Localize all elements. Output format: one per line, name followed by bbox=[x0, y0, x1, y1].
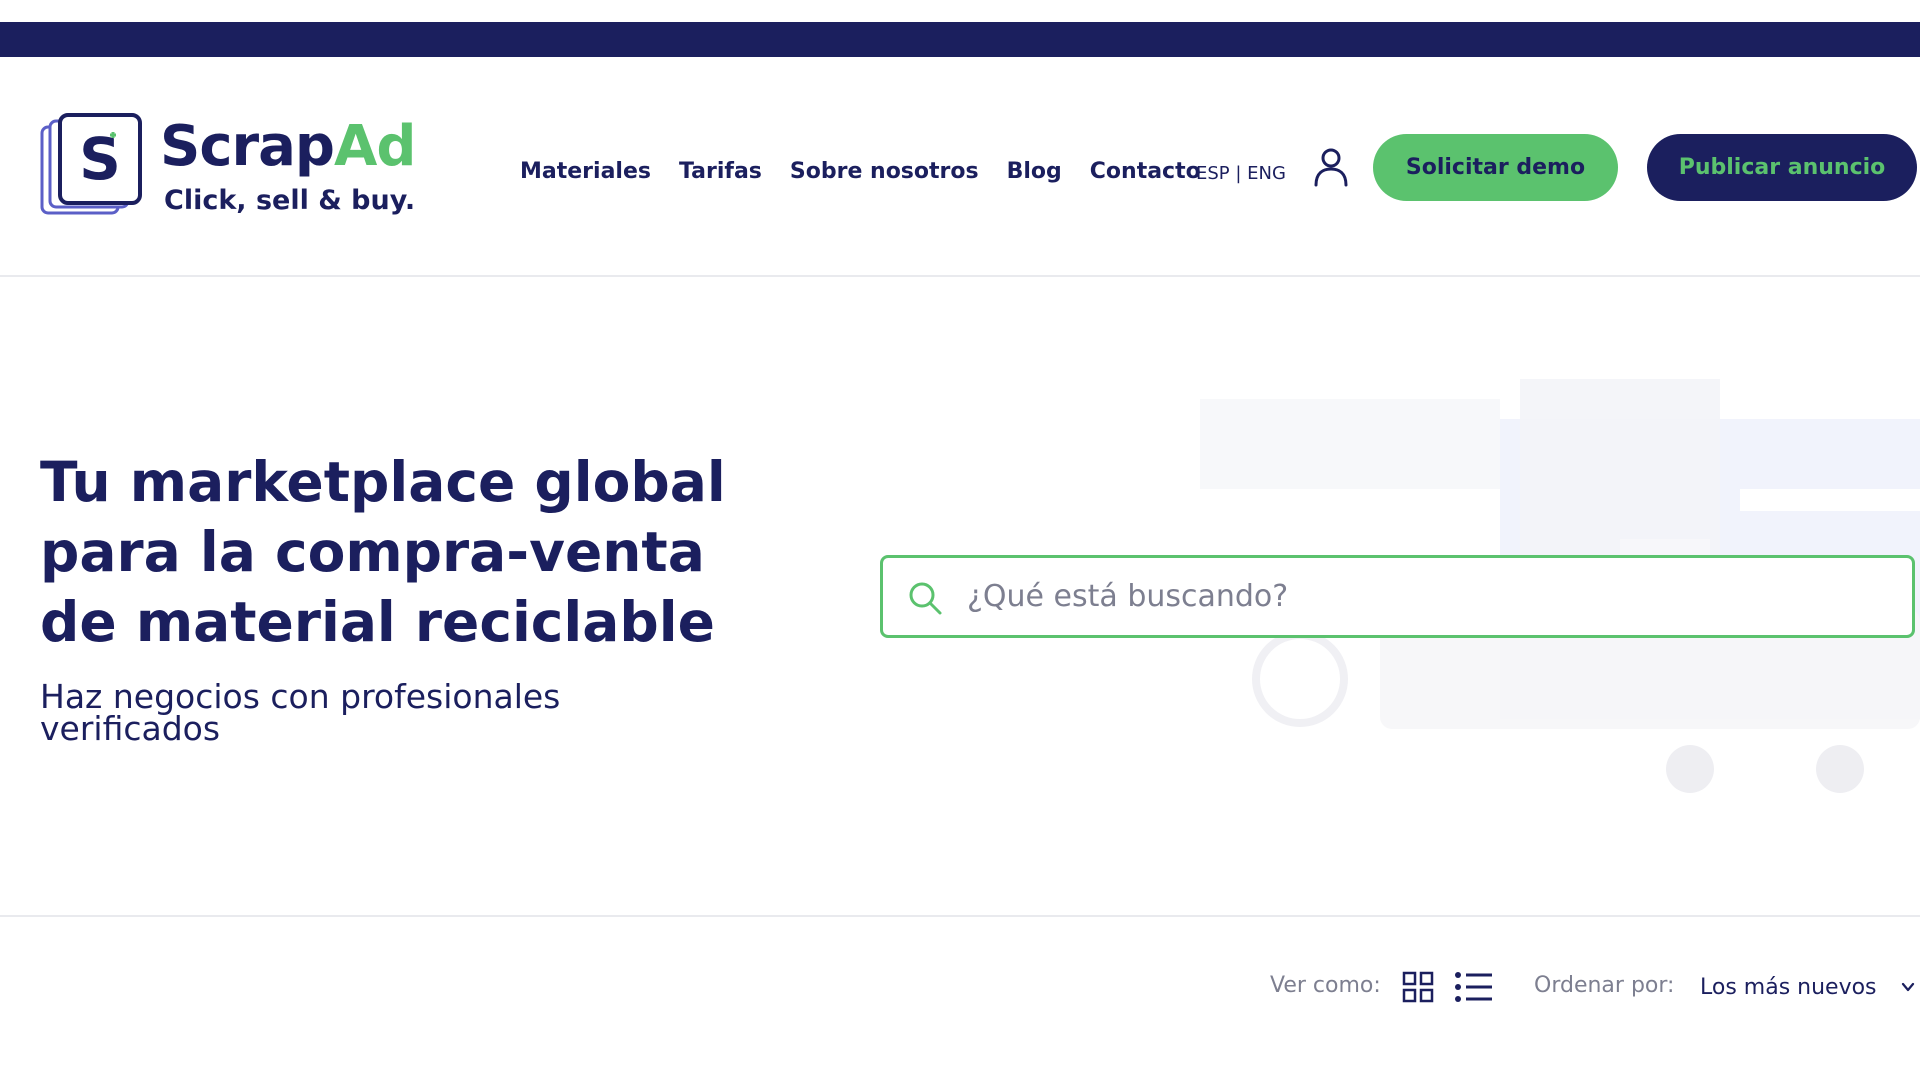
search-icon bbox=[909, 582, 942, 615]
nav-item-contacto[interactable]: Contacto bbox=[1090, 152, 1201, 192]
search-input[interactable] bbox=[967, 568, 1887, 624]
request-demo-button[interactable]: Solicitar demo bbox=[1373, 134, 1618, 201]
publish-ad-button[interactable]: Publicar anuncio bbox=[1647, 134, 1917, 201]
hero-title: Tu marketplace global para la compra-ven… bbox=[40, 447, 740, 657]
grid-view-icon[interactable] bbox=[1402, 971, 1434, 1003]
list-view-icon[interactable] bbox=[1454, 971, 1494, 1003]
main-nav: Materiales Tarifas Sobre nosotros Blog C… bbox=[520, 152, 1229, 192]
top-bar bbox=[0, 22, 1920, 57]
sort-selected-value: Los más nuevos bbox=[1700, 974, 1877, 1000]
nav-item-materiales[interactable]: Materiales bbox=[520, 152, 651, 192]
listing-toolbar: Ver como: Ordenar por: Los más nuevos bbox=[0, 917, 1920, 1080]
nav-item-tarifas[interactable]: Tarifas bbox=[679, 152, 762, 192]
search-bar[interactable] bbox=[880, 555, 1915, 638]
hero-subtitle: Haz negocios con profesionales verificad… bbox=[40, 677, 561, 748]
language-switcher[interactable]: ESP | ENG bbox=[1196, 160, 1286, 188]
top-strip bbox=[0, 0, 1920, 22]
view-as-label: Ver como: bbox=[1270, 973, 1381, 998]
nav-item-blog[interactable]: Blog bbox=[1007, 152, 1062, 192]
site-header: S ScrapAd Click, sell & buy. Materiales … bbox=[0, 57, 1920, 277]
hero-title-line: de material reciclable bbox=[40, 590, 715, 654]
logo[interactable]: S ScrapAd Click, sell & buy. bbox=[40, 113, 416, 223]
sort-select[interactable]: Los más nuevos bbox=[1700, 967, 1920, 1007]
nav-item-sobre-nosotros[interactable]: Sobre nosotros bbox=[790, 152, 979, 192]
logo-mark-icon: S bbox=[40, 113, 142, 215]
sort-by-label: Ordenar por: bbox=[1534, 973, 1675, 998]
chevron-down-icon bbox=[1901, 982, 1915, 992]
brand-name: ScrapAd bbox=[160, 114, 416, 179]
hero-title-line: para la compra-venta bbox=[40, 520, 705, 584]
hero-section: Tu marketplace global para la compra-ven… bbox=[0, 279, 1920, 916]
user-icon[interactable] bbox=[1313, 147, 1349, 187]
brand-tagline: Click, sell & buy. bbox=[164, 185, 416, 216]
hero-title-line: Tu marketplace global bbox=[40, 450, 726, 514]
